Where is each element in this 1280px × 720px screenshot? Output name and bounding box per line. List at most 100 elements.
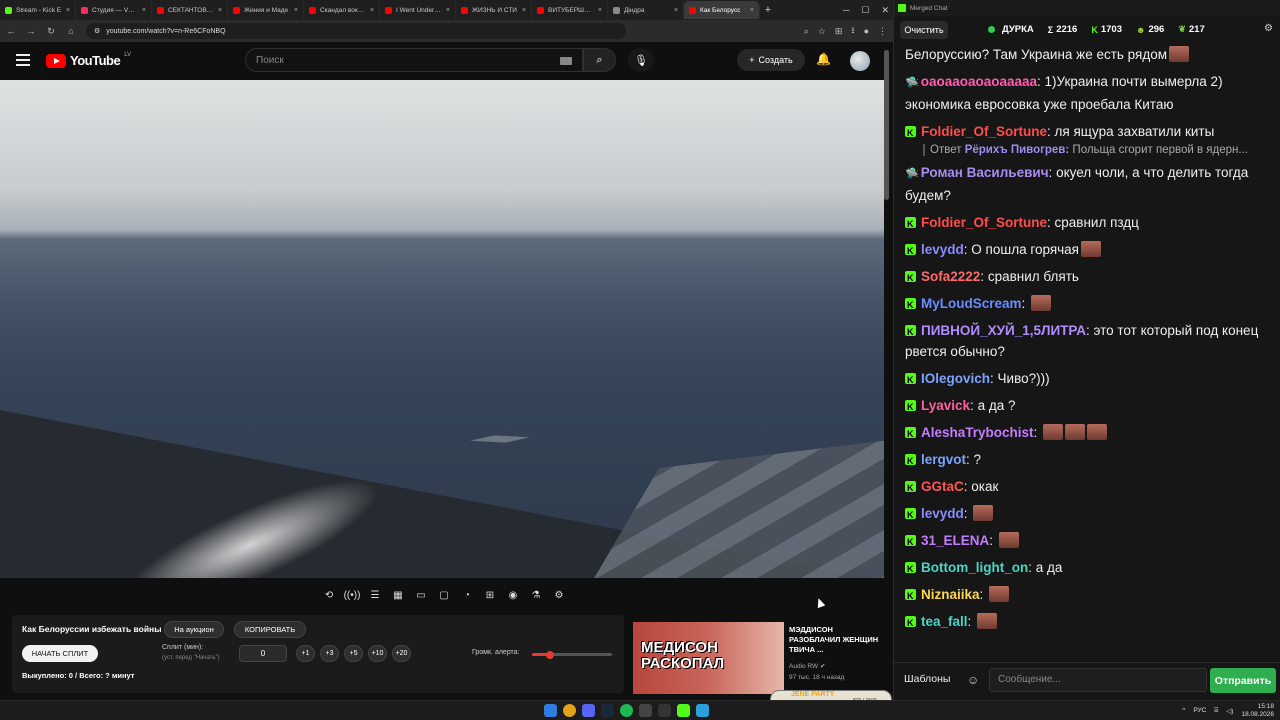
chat-settings-gear-icon[interactable]: ⚙ [1264,23,1273,34]
screenshot-icon[interactable]: ◉ [504,587,522,603]
home-icon[interactable]: ⌂ [66,26,76,36]
send-button[interactable]: Отправить [1210,668,1276,693]
chat-username[interactable]: Роман Васильевич [921,165,1049,180]
chat-username[interactable]: Sofa2222 [921,269,980,284]
chat-username[interactable]: Bottom_light_on [921,560,1028,575]
bookmark-star-icon[interactable]: ☆ [818,26,826,37]
recommended-thumbnail[interactable]: МЕДИСОН РАСКОПАЛ [633,622,784,694]
volume-icon[interactable]: ◁) [1226,707,1233,715]
clear-chat-button[interactable]: Очистить [900,20,948,39]
browser-tab[interactable]: Діндра × [608,1,684,19]
chrome-icon[interactable] [563,704,576,717]
browser-tab[interactable]: ЖИЗНЬ И СТИ × [456,1,532,19]
tab-close-icon[interactable]: × [674,7,678,14]
window-icon[interactable]: ▢ [435,587,453,603]
split-step-button[interactable]: +3 [320,645,339,662]
tab-close-icon[interactable]: × [218,7,222,14]
download-icon[interactable]: ⭳ [851,23,854,39]
chat-username[interactable]: 31_ELENA [921,533,989,548]
obs-icon[interactable] [658,704,671,717]
minimize-icon[interactable]: ─ [843,5,849,15]
kick-app-icon[interactable] [677,704,690,717]
clip-icon[interactable]: ▦ [389,587,407,603]
add-icon[interactable]: ⊞ [481,587,499,603]
keyboard-icon[interactable] [560,57,572,65]
tab-close-icon[interactable]: × [446,7,450,14]
browser-tab[interactable]: I Went Undercov × [380,1,456,19]
maximize-icon[interactable]: ☐ [861,5,869,16]
recommended-channel[interactable]: Audio RW ✔ [789,662,825,670]
close-icon[interactable]: ✕ [881,5,889,16]
hamburger-menu-icon[interactable] [16,54,30,66]
emoji-smile-icon[interactable]: ☺ [967,673,979,687]
templates-button[interactable]: Шаблоны [904,673,950,685]
browser-tab[interactable]: Скандал вокруг × [304,1,380,19]
zoom-icon[interactable]: ⌕ [804,26,809,37]
tab-close-icon[interactable]: × [750,7,754,14]
chat-username[interactable]: Foldier_Of_Sortune [921,124,1047,139]
browser-tab[interactable]: СЕКТАНТОВ ТЕ × [152,1,228,19]
split-step-button[interactable]: +10 [368,645,387,662]
copy-button[interactable]: КОПИРОВАТЬ [234,621,306,638]
chat-username[interactable]: IOlegovich [921,371,990,386]
search-button[interactable]: ⌕ [583,48,616,72]
extensions-icon[interactable]: ⊞ [835,26,843,37]
start-split-button[interactable]: НАЧАТЬ СПЛИТ [22,645,98,662]
tab-close-icon[interactable]: × [294,7,298,14]
youtube-logo[interactable]: YouTube LV [46,52,131,68]
split-step-button[interactable]: +20 [392,645,411,662]
browser-tab[interactable]: Stream - Kick E × [0,1,76,19]
browser-tab[interactable]: Как Белорусс × [684,1,760,19]
message-input[interactable]: Сообщение... [989,668,1207,692]
pip-icon[interactable]: ▭ [412,587,430,603]
chat-username[interactable]: ПИВНОЙ_ХУЙ_1,5ЛИТРА [921,323,1086,338]
voice-search-button[interactable]: 🎙 [628,48,654,72]
profile-icon[interactable]: ● [864,26,869,36]
windows-start-icon[interactable] [544,704,557,717]
forward-icon[interactable]: → [26,26,36,36]
clock[interactable]: 15:18 18.08.2026 [1241,703,1274,718]
playlist-icon[interactable]: ☰ [366,587,384,603]
create-button[interactable]: + Создать [737,49,805,71]
split-step-button[interactable]: +1 [296,645,315,662]
chat-username[interactable]: Lyavick [921,398,970,413]
recommended-video-card[interactable]: МЕДИСОН РАСКОПАЛ МЭДДИСОН РАЗОБЛАЧИЛ ЖЕН… [633,622,883,694]
tab-close-icon[interactable]: × [598,7,602,14]
spotify-icon[interactable] [620,704,633,717]
page-scrollbar[interactable] [884,50,889,200]
chat-username[interactable]: Niznaiika [921,587,980,602]
browser-tab[interactable]: Жиния и Маде × [228,1,304,19]
split-minutes-input[interactable]: 0 [239,645,287,662]
tab-close-icon[interactable]: × [66,7,70,14]
alert-volume-slider[interactable] [532,650,612,659]
chat-username[interactable]: lergvot [921,452,966,467]
reply-username[interactable]: Рёрихъ Пивогрев: [965,144,1070,156]
chat-username[interactable]: MyLoudScream [921,296,1022,311]
chat-username[interactable]: levydd [921,242,964,257]
notifications-bell-icon[interactable]: 🔔 [816,52,831,66]
menu-icon[interactable]: ⋮ [878,26,887,37]
network-icon[interactable]: ⌸ [1214,707,1218,715]
site-info-icon[interactable]: ⚙ [94,27,100,35]
url-field[interactable]: ⚙ youtube.com/watch?v=n-Re6CFoNBQ [86,23,626,39]
search-input[interactable]: Поиск [245,48,583,72]
chat-username[interactable]: AleshaTrybochist [921,425,1034,440]
chat-username[interactable]: Foldier_Of_Sortune [921,215,1047,230]
settings-gear-icon[interactable]: ⚙ [550,587,568,603]
browser-tab[interactable]: Студия — VK Vi × [76,1,152,19]
back-icon[interactable]: ← [6,26,16,36]
steam-icon[interactable] [601,704,614,717]
new-tab-icon[interactable]: + [760,4,776,16]
language-indicator[interactable]: РУС [1193,707,1206,714]
chat-username[interactable]: оаоааоаоаоааааа [921,74,1037,89]
discord-icon[interactable] [582,704,595,717]
chat-username[interactable]: GGtaC [921,479,964,494]
recommended-title[interactable]: МЭДДИСОН РАЗОБЛАЧИЛ ЖЕНЩИН ТВИЧА ... [789,625,881,655]
video-player[interactable] [0,80,884,578]
tab-close-icon[interactable]: × [142,7,146,14]
avatar[interactable] [850,51,870,71]
loop-icon[interactable]: ⟲ [320,587,338,603]
chat-username[interactable]: tea_fall [921,614,968,629]
lab-flask-icon[interactable]: ⚗ [527,587,545,603]
app-icon[interactable] [639,704,652,717]
